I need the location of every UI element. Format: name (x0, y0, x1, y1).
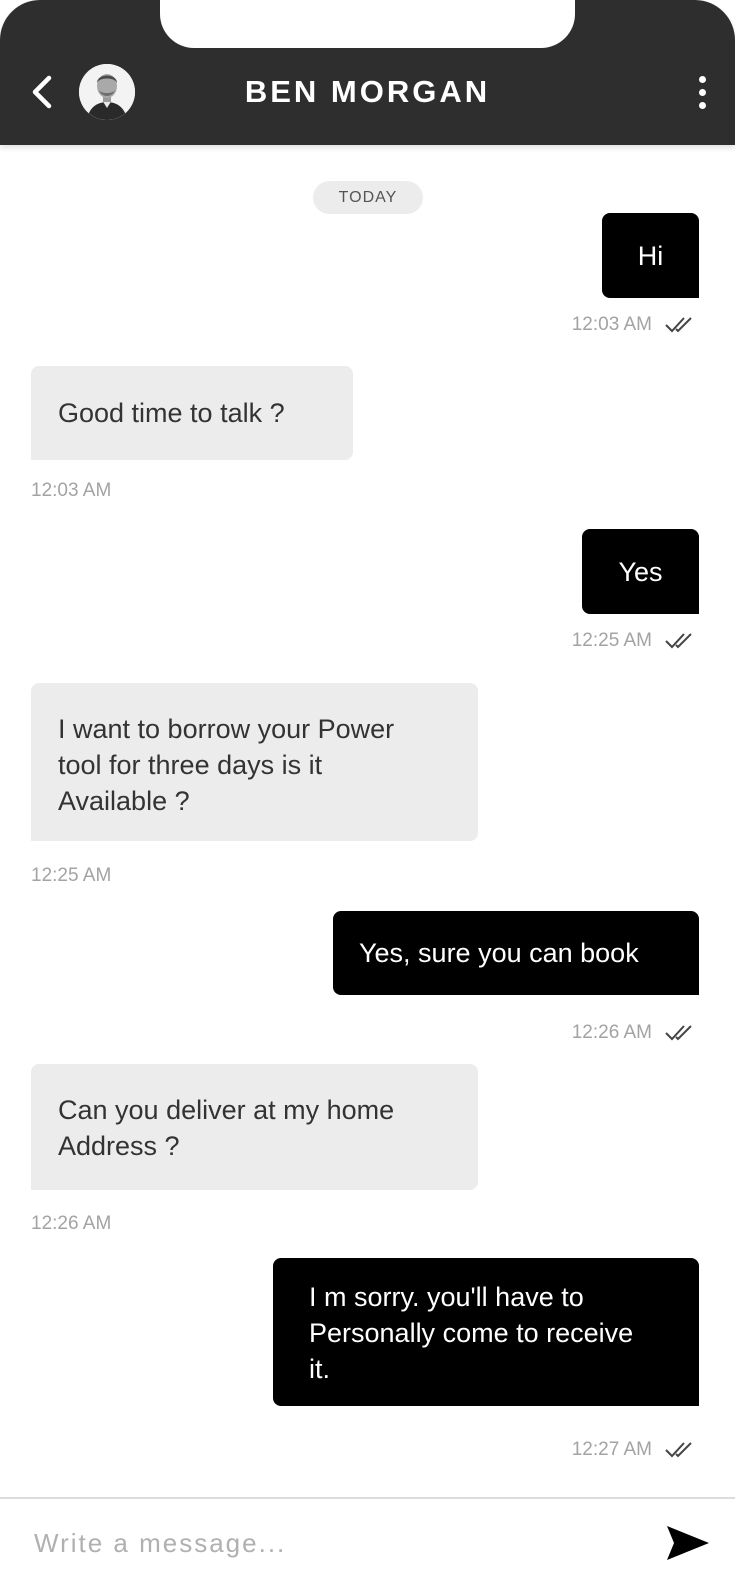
message-timestamp: 12:03 AM (571, 314, 652, 335)
message-text: Yes (618, 556, 663, 587)
outgoing-message[interactable]: I m sorry. you'll have to Personally com… (273, 1258, 699, 1406)
double-check-icon (665, 1025, 692, 1041)
message-line: tool for three days is it (58, 750, 323, 780)
message-line: Personally come to receive (309, 1318, 634, 1348)
message-timestamp: 12:03 AM (31, 480, 112, 501)
send-icon (667, 1526, 709, 1560)
contact-avatar[interactable] (79, 64, 135, 120)
message-text: Good time to talk ? (58, 398, 285, 428)
outgoing-message[interactable]: Yes (582, 529, 699, 614)
message-text: Yes, sure you can book (359, 938, 639, 968)
incoming-message[interactable]: Can you deliver at my home Address ? (31, 1064, 478, 1190)
message-timestamp: 12:26 AM (571, 1022, 652, 1043)
back-button[interactable] (22, 70, 62, 114)
chevron-left-icon (32, 75, 52, 109)
message-composer (0, 1497, 735, 1584)
message-text: Hi (637, 240, 664, 271)
more-options-button[interactable] (684, 70, 720, 114)
message-line: it. (309, 1354, 331, 1384)
send-button[interactable] (664, 1523, 712, 1563)
message-line: Can you deliver at my home (58, 1095, 395, 1125)
double-check-icon (665, 317, 692, 333)
message-timestamp: 12:25 AM (31, 865, 112, 886)
message-input[interactable] (32, 1517, 616, 1569)
message-line: Available ? (58, 786, 190, 816)
device-notch (160, 0, 575, 48)
message-line: I want to borrow your Power (58, 714, 395, 744)
outgoing-message[interactable]: Hi (602, 213, 699, 298)
avatar-photo (79, 64, 135, 120)
more-vertical-icon-dot (698, 88, 706, 96)
date-divider: TODAY (313, 181, 423, 214)
double-check-icon (665, 1442, 692, 1458)
message-line: Address ? (58, 1131, 180, 1161)
more-vertical-icon-dot (698, 75, 706, 83)
message-line: I m sorry. you'll have to (309, 1282, 584, 1312)
message-timestamp: 12:26 AM (31, 1213, 112, 1234)
double-check-icon (665, 633, 692, 649)
message-timestamp: 12:25 AM (571, 630, 652, 651)
outgoing-message[interactable]: Yes, sure you can book (333, 911, 699, 995)
chat-header: BEN MORGAN (0, 0, 735, 145)
incoming-message[interactable]: Good time to talk ? (31, 366, 353, 460)
more-vertical-icon-dot (698, 101, 706, 109)
message-timestamp: 12:27 AM (571, 1439, 652, 1460)
incoming-message[interactable]: I want to borrow your Power tool for thr… (31, 683, 478, 841)
